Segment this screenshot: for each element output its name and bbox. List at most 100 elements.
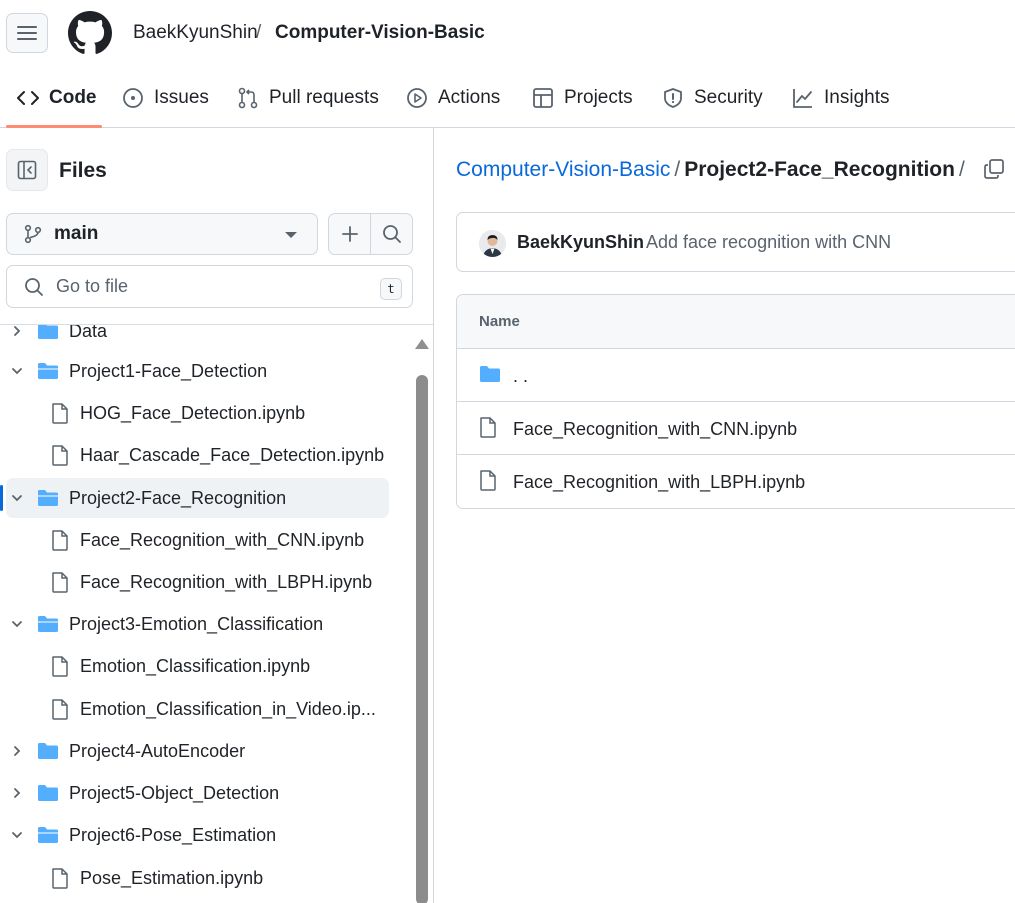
tree-file-cnn[interactable]: Face_Recognition_with_CNN.ipynb [0, 520, 395, 560]
copy-path-icon[interactable] [983, 158, 1005, 180]
tree-scrollbar[interactable] [415, 337, 429, 903]
sidebar-actions [328, 213, 413, 255]
collapse-sidebar-button[interactable] [6, 149, 48, 191]
chevron-right-icon [14, 788, 21, 798]
open-folder-icon [38, 363, 58, 379]
open-folder-icon [38, 616, 58, 632]
tree-folder-project6[interactable]: Project6-Pose_Estimation [0, 815, 395, 855]
search-icon [25, 277, 43, 296]
issue-icon [123, 87, 143, 108]
search-files-button[interactable] [371, 214, 412, 254]
file-tree-sidebar: Files main Go to file t Data Project1-Fa… [0, 128, 434, 903]
go-to-file-input[interactable]: Go to file t [6, 265, 413, 308]
tree-file-lbph[interactable]: Face_Recognition_with_LBPH.ipynb [0, 562, 395, 602]
tree-folder-project4[interactable]: Project4-AutoEncoder [0, 731, 395, 771]
tree-folder-project1[interactable]: Project1-Face_Detection [0, 351, 395, 391]
chevron-right-icon [14, 746, 21, 756]
play-icon [407, 87, 427, 108]
tab-security-label: Security [694, 86, 763, 108]
tab-code[interactable]: Code [17, 68, 97, 127]
tab-pull-requests-label: Pull requests [269, 86, 379, 108]
table-row-lbph[interactable]: Face_Recognition_with_LBPH.ipynb [457, 455, 1015, 508]
github-logo-icon[interactable] [68, 11, 112, 55]
selected-indicator [0, 485, 3, 511]
open-folder-icon [38, 827, 58, 843]
scroll-up-arrow-icon[interactable] [415, 339, 429, 349]
tree-file-haar[interactable]: Haar_Cascade_Face_Detection.ipynb [0, 435, 395, 475]
column-name-header: Name [479, 313, 520, 330]
tab-projects-label: Projects [564, 86, 633, 108]
tab-projects[interactable]: Projects [532, 68, 633, 127]
menu-button[interactable] [6, 13, 48, 53]
file-table: Name . . Face_Recognition_with_CNN.ipynb… [456, 294, 1015, 509]
chevron-right-icon [14, 326, 21, 336]
plus-icon [341, 226, 358, 242]
table-row-name: Face_Recognition_with_CNN.ipynb [513, 419, 798, 439]
file-icon [480, 470, 496, 491]
tab-pull-requests[interactable]: Pull requests [237, 68, 379, 127]
table-row-cnn[interactable]: Face_Recognition_with_CNN.ipynb [457, 402, 1015, 455]
tree-item-label: Haar_Cascade_Face_Detection.ipynb [80, 444, 385, 465]
avatar[interactable] [479, 230, 506, 257]
file-icon [52, 403, 68, 424]
tab-insights[interactable]: Insights [792, 68, 889, 127]
sidebar-title: Files [59, 159, 107, 182]
chevron-down-icon [12, 832, 22, 839]
add-file-button[interactable] [329, 214, 371, 254]
path-current-folder: Project2-Face_Recognition [684, 158, 955, 181]
file-icon [52, 656, 68, 677]
breadcrumb-repo[interactable]: Computer-Vision-Basic [275, 22, 485, 44]
directory-view: Computer-Vision-Basic / Project2-Face_Reco… [435, 128, 1015, 903]
search-icon [382, 225, 401, 243]
path-repo-link[interactable]: Computer-Vision-Basic [456, 158, 670, 181]
commit-author[interactable]: BaekKyunShin [517, 232, 644, 253]
tab-security[interactable]: Security [662, 68, 763, 127]
folder-icon [480, 366, 500, 382]
table-row-parent[interactable]: . . [457, 349, 1015, 402]
scrollbar-thumb[interactable] [416, 375, 428, 903]
shield-icon [664, 87, 682, 108]
table-row-name: Face_Recognition_with_LBPH.ipynb [513, 472, 806, 492]
tab-actions-label: Actions [438, 86, 501, 108]
keyboard-shortcut-hint: t [380, 278, 402, 300]
tree-item-label: Emotion_Classification_in_Video.ip... [80, 698, 376, 719]
file-icon [52, 445, 68, 466]
branch-name: main [54, 223, 99, 244]
tree-item-label: Emotion_Classification.ipynb [80, 655, 311, 676]
tree-item-label: Project6-Pose_Estimation [69, 824, 277, 845]
tab-issues[interactable]: Issues [122, 68, 209, 127]
tab-code-label: Code [49, 86, 97, 108]
tree-folder-project3[interactable]: Project3-Emotion_Classification [0, 604, 395, 644]
repo-tabs: Code Issues Pull requests Actions Projec… [0, 68, 1015, 128]
tab-insights-label: Insights [824, 86, 890, 108]
tree-file-emotion-video[interactable]: Emotion_Classification_in_Video.ip... [0, 689, 395, 729]
graph-icon [793, 88, 812, 108]
tree-folder-project2[interactable]: Project2-Face_Recognition [6, 478, 389, 518]
tab-actions[interactable]: Actions [406, 68, 500, 127]
tree-file-hog[interactable]: HOG_Face_Detection.ipynb [0, 393, 395, 433]
tree-item-label: Project2-Face_Recognition [69, 487, 287, 508]
branch-selector[interactable]: main [6, 213, 318, 255]
breadcrumb-owner[interactable]: BaekKyunShin [133, 22, 258, 44]
tree-file-pose[interactable]: Pose_Estimation.ipynb [0, 858, 395, 898]
code-icon [17, 90, 39, 105]
breadcrumb-separator: / [256, 22, 262, 43]
tree-item-label: Project3-Emotion_Classification [69, 613, 324, 634]
tree-folder-data[interactable]: Data [0, 324, 395, 351]
commit-message[interactable]: Add face recognition with CNN [646, 232, 891, 253]
file-icon [52, 699, 68, 720]
go-to-file-placeholder: Go to file [56, 276, 129, 296]
tree-item-label: Data [69, 324, 108, 341]
table-row-name: . . [513, 366, 529, 386]
global-header: BaekKyunShin / Computer-Vision-Basic [0, 0, 1015, 68]
folder-icon [38, 325, 58, 339]
chevron-down-icon [12, 495, 22, 502]
path-separator: / [958, 158, 965, 181]
path-separator: / [674, 158, 681, 181]
tree-file-emotion[interactable]: Emotion_Classification.ipynb [0, 646, 395, 686]
file-tree: Data Project1-Face_Detection HOG_Face_De… [0, 324, 433, 903]
open-folder-icon [38, 490, 58, 506]
table-icon [533, 87, 553, 108]
sidebar-collapse-icon [17, 160, 37, 180]
tree-folder-project5[interactable]: Project5-Object_Detection [0, 773, 395, 813]
